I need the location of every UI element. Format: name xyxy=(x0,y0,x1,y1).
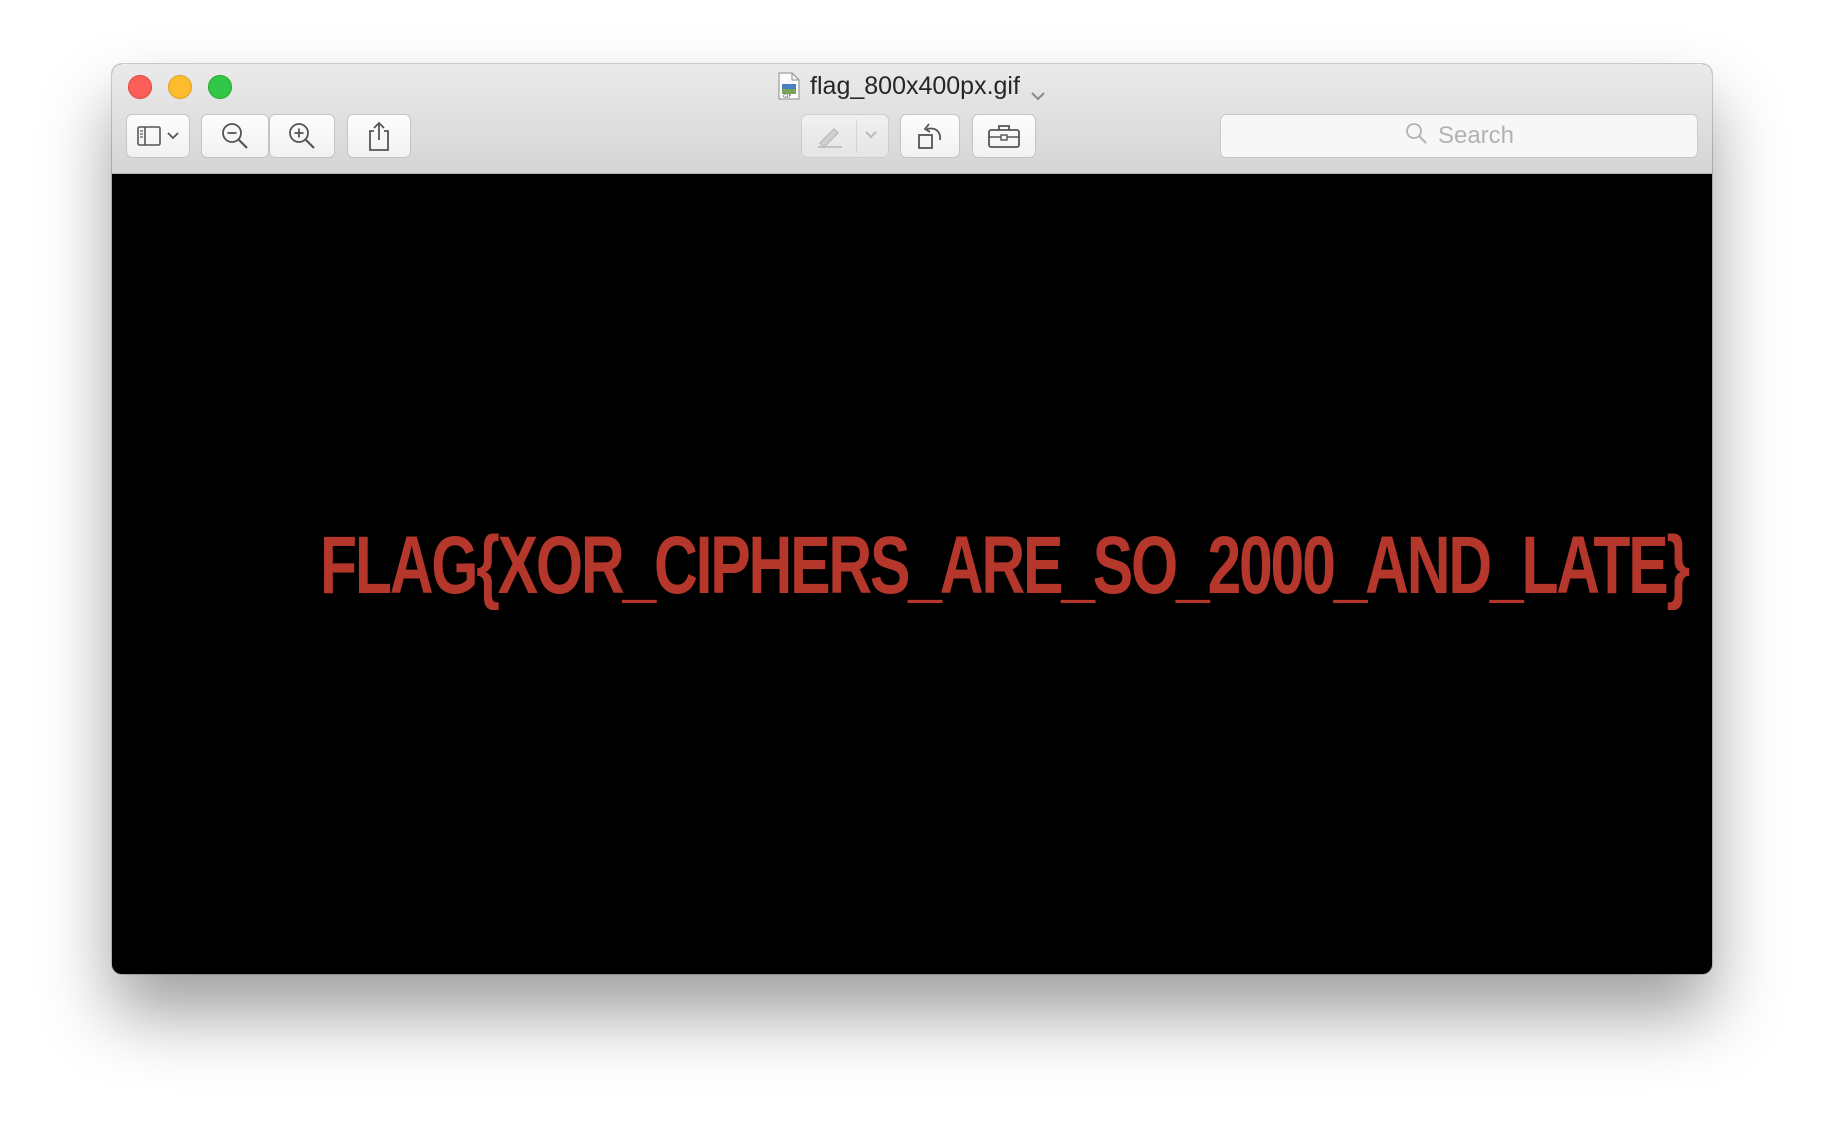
window-title-group[interactable]: GIF flag_800x400px.gif xyxy=(112,70,1712,102)
share-icon xyxy=(366,120,392,152)
svg-text:GIF: GIF xyxy=(783,94,791,100)
search-icon xyxy=(1404,121,1428,152)
share-button[interactable] xyxy=(347,114,411,158)
search-field[interactable]: Search xyxy=(1220,114,1698,158)
zoom-out-button[interactable] xyxy=(201,114,269,158)
sidebar-icon xyxy=(137,125,167,147)
gif-document-icon: GIF xyxy=(778,72,800,100)
markup-pen-icon xyxy=(816,123,846,149)
chevron-down-icon[interactable] xyxy=(1030,80,1046,101)
chevron-down-icon[interactable] xyxy=(864,130,878,140)
toolbox-icon xyxy=(987,123,1021,149)
markup-button[interactable] xyxy=(801,114,889,158)
chevron-down-icon xyxy=(167,131,179,141)
preview-window: GIF flag_800x400px.gif Search FLAG{XOR_C… xyxy=(112,64,1712,974)
zoom-in-button[interactable] xyxy=(269,114,335,158)
divider xyxy=(856,119,857,153)
rotate-left-icon xyxy=(915,121,945,151)
sidebar-view-button[interactable] xyxy=(126,114,190,158)
image-text: FLAG{XOR_CIPHERS_ARE_SO_2000_AND_LATE} xyxy=(320,520,1690,611)
zoom-out-icon xyxy=(220,121,250,151)
rotate-button[interactable] xyxy=(900,114,960,158)
toolbox-button[interactable] xyxy=(972,114,1036,158)
window-title: flag_800x400px.gif xyxy=(810,71,1020,100)
zoom-in-icon xyxy=(287,121,317,151)
search-placeholder: Search xyxy=(1437,122,1515,149)
title-bar[interactable]: GIF flag_800x400px.gif Search xyxy=(112,64,1712,174)
image-canvas[interactable]: FLAG{XOR_CIPHERS_ARE_SO_2000_AND_LATE} xyxy=(112,174,1712,974)
